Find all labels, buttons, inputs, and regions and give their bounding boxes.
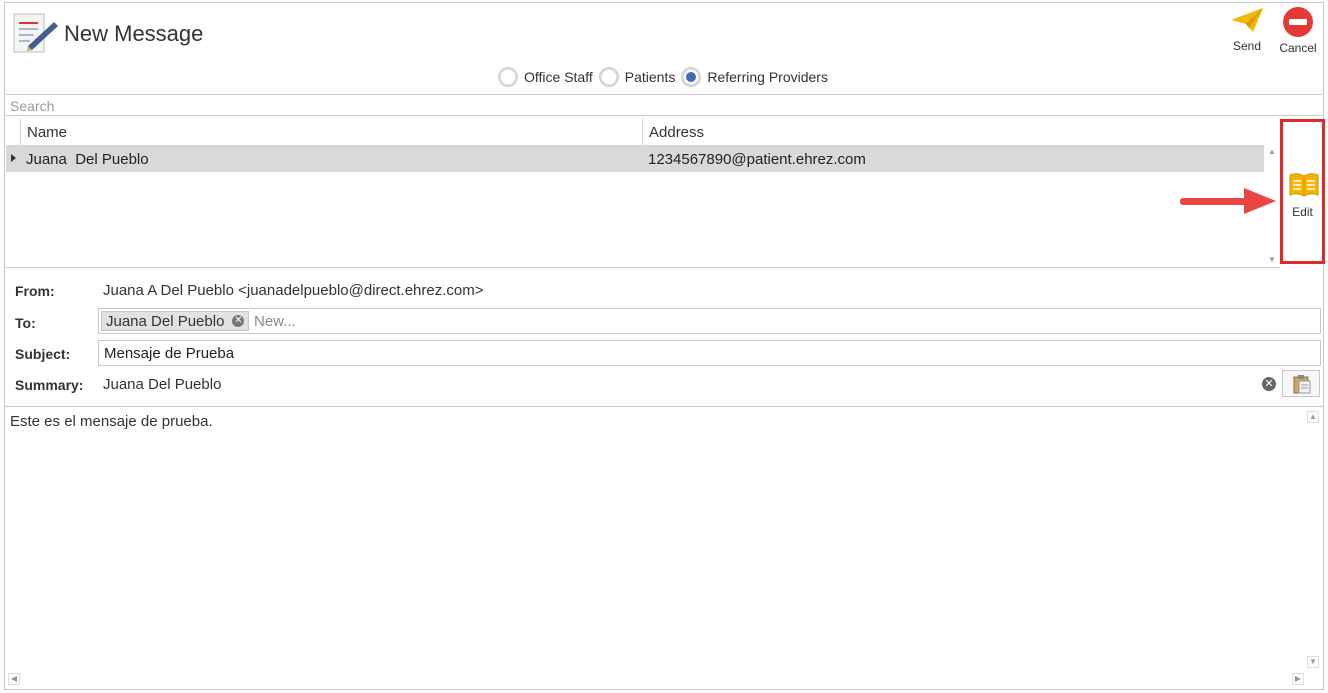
cell-address: 1234567890@patient.ehrez.com [648, 151, 866, 168]
search-input[interactable]: Search [6, 94, 1322, 116]
no-entry-icon [1282, 7, 1314, 41]
clipboard-button[interactable] [1282, 370, 1320, 397]
from-value: Juana A Del Pueblo <juanadelpueblo@direc… [103, 282, 484, 299]
scroll-up-icon[interactable]: ▲ [1268, 148, 1276, 156]
open-book-icon [1288, 172, 1320, 203]
radio-office-staff-label: Office Staff [524, 69, 593, 85]
body-scroll-left-icon[interactable]: ◀ [8, 673, 20, 685]
contacts-grid: Name Address Juana Del Pueblo 1234567890… [6, 118, 1280, 268]
from-label: From: [15, 283, 55, 299]
column-header-name[interactable]: Name [20, 118, 642, 145]
radio-patients-circle[interactable] [598, 67, 619, 87]
radio-referring-providers[interactable]: Referring Providers [681, 67, 828, 87]
recipient-type-group: Office Staff Patients Referring Provider… [498, 66, 834, 88]
summary-label: Summary: [15, 377, 84, 393]
radio-office-staff-circle[interactable] [498, 67, 518, 87]
cancel-button[interactable]: Cancel [1278, 6, 1318, 55]
cell-name: Juana Del Pueblo [26, 151, 149, 168]
send-button[interactable]: Send [1227, 6, 1267, 53]
body-scroll-up-icon[interactable]: ▲ [1307, 411, 1319, 423]
notepad-pencil-icon [10, 8, 58, 56]
subject-label: Subject: [15, 346, 71, 362]
radio-office-staff[interactable]: Office Staff [498, 67, 593, 87]
edit-button[interactable]: Edit [1280, 119, 1325, 264]
send-label: Send [1232, 39, 1262, 53]
cancel-label: Cancel [1279, 41, 1317, 55]
column-header-address[interactable]: Address [642, 118, 1264, 145]
clipboard-icon [1293, 374, 1311, 399]
radio-patients-label: Patients [624, 69, 676, 85]
radio-patients[interactable]: Patients [598, 67, 676, 87]
edit-label: Edit [1292, 205, 1313, 219]
radio-referring-providers-circle[interactable] [681, 67, 702, 87]
clear-icon[interactable]: ✕ [1262, 377, 1276, 391]
body-scroll-right-icon[interactable]: ▶ [1292, 673, 1304, 685]
summary-value: Juana Del Pueblo [103, 376, 222, 393]
recipient-chip[interactable]: Juana Del Pueblo ✕ [101, 311, 250, 331]
message-body[interactable]: Este es el mensaje de prueba. ▲ ▼ ◀ ▶ [5, 406, 1324, 690]
recipient-chip-label: Juana Del Pueblo [106, 312, 225, 330]
radio-referring-providers-label: Referring Providers [707, 69, 828, 85]
subject-value: Mensaje de Prueba [104, 345, 235, 362]
remove-recipient-icon[interactable]: ✕ [232, 315, 245, 327]
row-indicator-icon [11, 154, 16, 162]
scroll-down-icon[interactable]: ▼ [1268, 256, 1276, 264]
message-body-text: Este es el mensaje de prueba. [10, 413, 213, 430]
annotation-arrow-icon [1178, 186, 1278, 216]
table-row[interactable]: Juana Del Pueblo 1234567890@patient.ehre… [6, 146, 1264, 172]
grid-header: Name Address [6, 118, 1264, 146]
to-label: To: [15, 315, 36, 331]
subject-field[interactable]: Mensaje de Prueba [98, 340, 1321, 366]
to-new-input[interactable]: New... [254, 313, 296, 330]
to-field[interactable]: Juana Del Pueblo ✕ New... [98, 308, 1321, 334]
body-scroll-down-icon[interactable]: ▼ [1307, 656, 1319, 668]
paper-plane-icon [1229, 8, 1265, 37]
window-title: New Message [64, 21, 204, 46]
